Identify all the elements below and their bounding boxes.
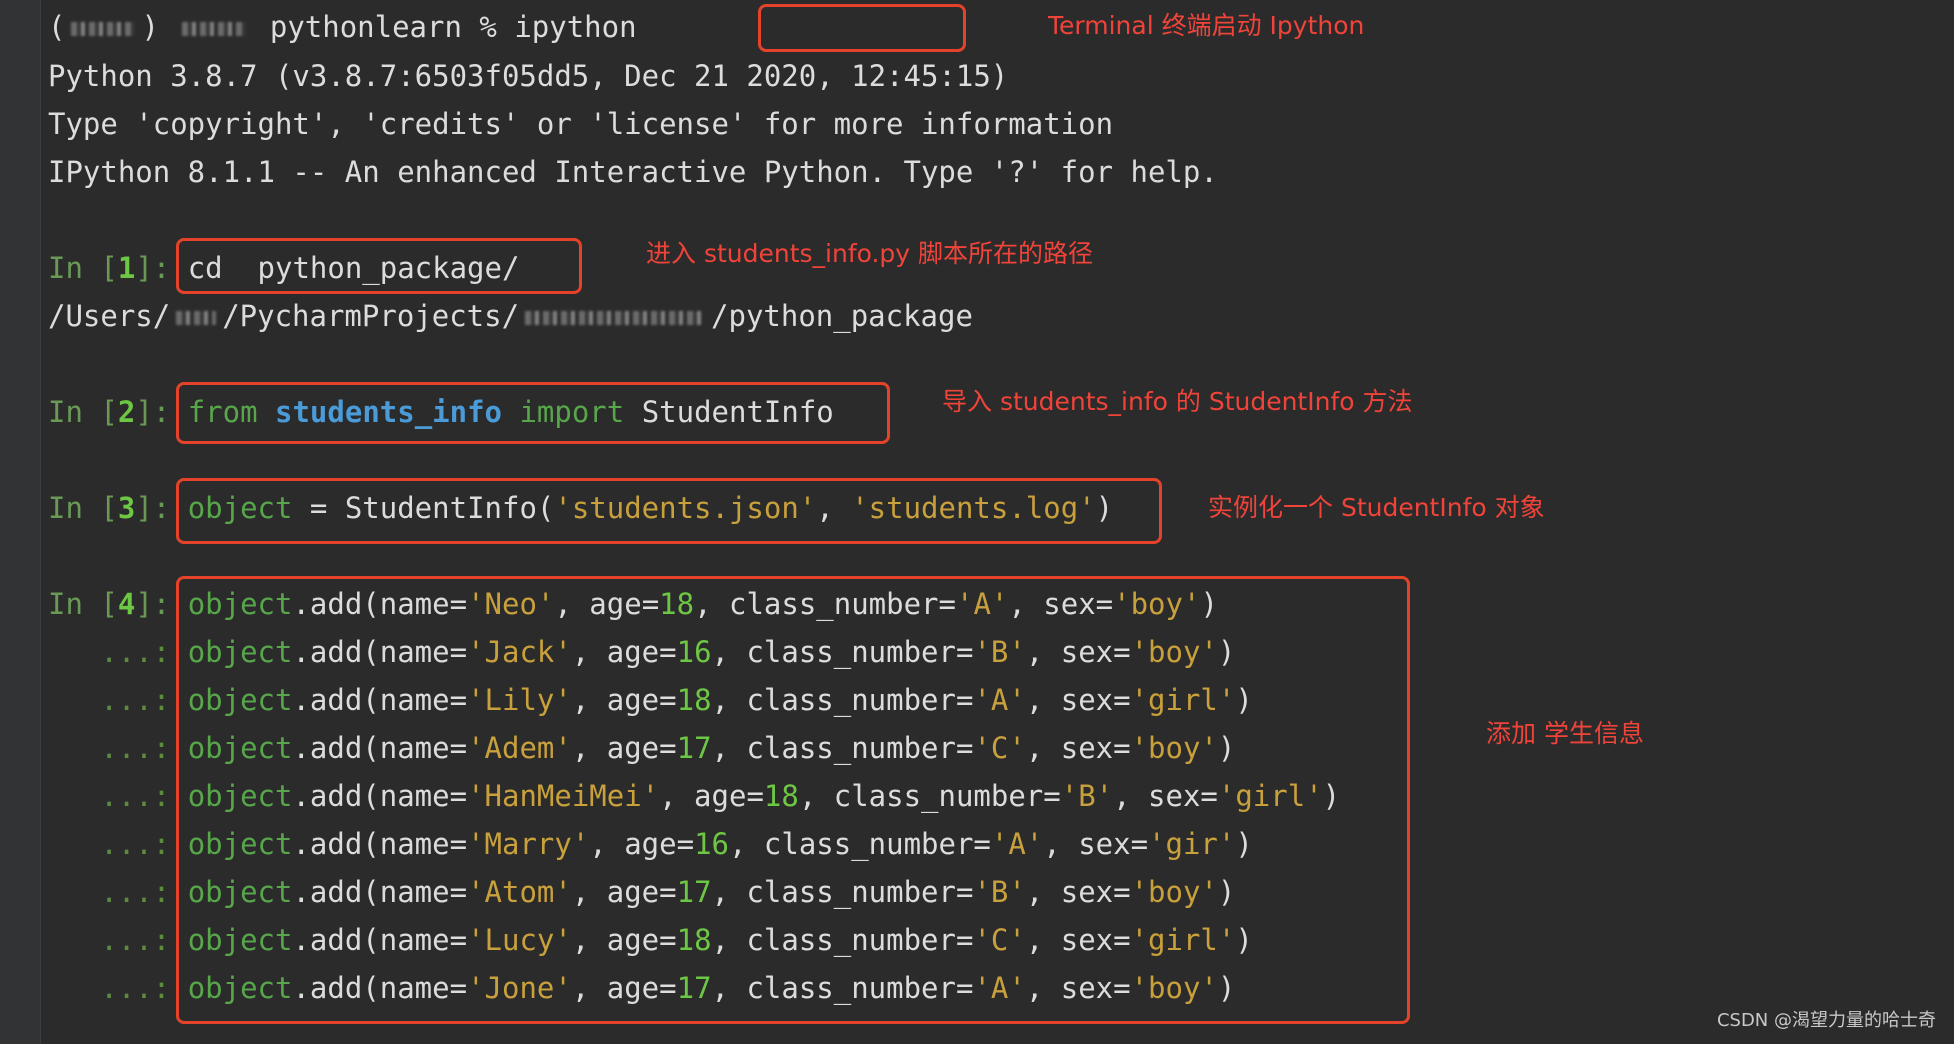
continuation-prompt: ...: bbox=[100, 875, 171, 909]
redacted-text bbox=[182, 22, 247, 36]
redacted-text bbox=[176, 311, 217, 325]
continuation-prompt: ...: bbox=[100, 779, 171, 813]
redacted-text bbox=[71, 22, 136, 36]
input-prompt: In [4]: bbox=[48, 587, 171, 621]
input-prompt: In [1]: bbox=[48, 251, 171, 285]
shell-prompt-line: () pythonlearn % ipython bbox=[48, 10, 637, 44]
annotation-terminal-launch: Terminal 终端启动 Ipython bbox=[1048, 11, 1365, 40]
continuation-prompt: ...: bbox=[100, 635, 171, 669]
highlight-add-block bbox=[176, 576, 1410, 1024]
banner-line-1: Python 3.8.7 (v3.8.7:6503f05dd5, Dec 21 … bbox=[48, 59, 1009, 93]
continuation-prompt: ...: bbox=[100, 923, 171, 957]
input-prompt: In [3]: bbox=[48, 491, 171, 525]
annotation-enter-path: 进入 students_info.py 脚本所在的路径 bbox=[646, 239, 1094, 268]
continuation-prompt: ...: bbox=[100, 971, 171, 1005]
continuation-prompt: ...: bbox=[100, 827, 171, 861]
highlight-instantiate-line bbox=[176, 478, 1162, 544]
path-output-line: /Users//PycharmProjects//python_package bbox=[48, 299, 973, 333]
command-text: ipython bbox=[514, 10, 637, 44]
input-prompt: In [2]: bbox=[48, 395, 171, 429]
annotation-add-info: 添加 学生信息 bbox=[1486, 719, 1644, 748]
banner-line-2: Type 'copyright', 'credits' or 'license'… bbox=[48, 107, 1114, 141]
editor-gutter bbox=[0, 0, 41, 1044]
terminal-output[interactable]: () pythonlearn % ipython Python 3.8.7 (v… bbox=[48, 0, 1954, 1044]
banner-line-3: IPython 8.1.1 -- An enhanced Interactive… bbox=[48, 155, 1218, 189]
redacted-text bbox=[525, 311, 706, 325]
highlight-ipython-command bbox=[758, 4, 966, 52]
annotation-import-method: 导入 students_info 的 StudentInfo 方法 bbox=[942, 387, 1413, 416]
csdn-watermark: CSDN @渴望力量的哈士奇 bbox=[1716, 1010, 1936, 1031]
prompt-tail: pythonlearn % bbox=[269, 10, 497, 44]
continuation-prompt: ...: bbox=[100, 683, 171, 717]
continuation-prompt: ...: bbox=[100, 731, 171, 765]
highlight-cd-command bbox=[176, 238, 582, 294]
highlight-import-line bbox=[176, 382, 890, 444]
annotation-instantiate: 实例化一个 StudentInfo 对象 bbox=[1208, 493, 1545, 522]
